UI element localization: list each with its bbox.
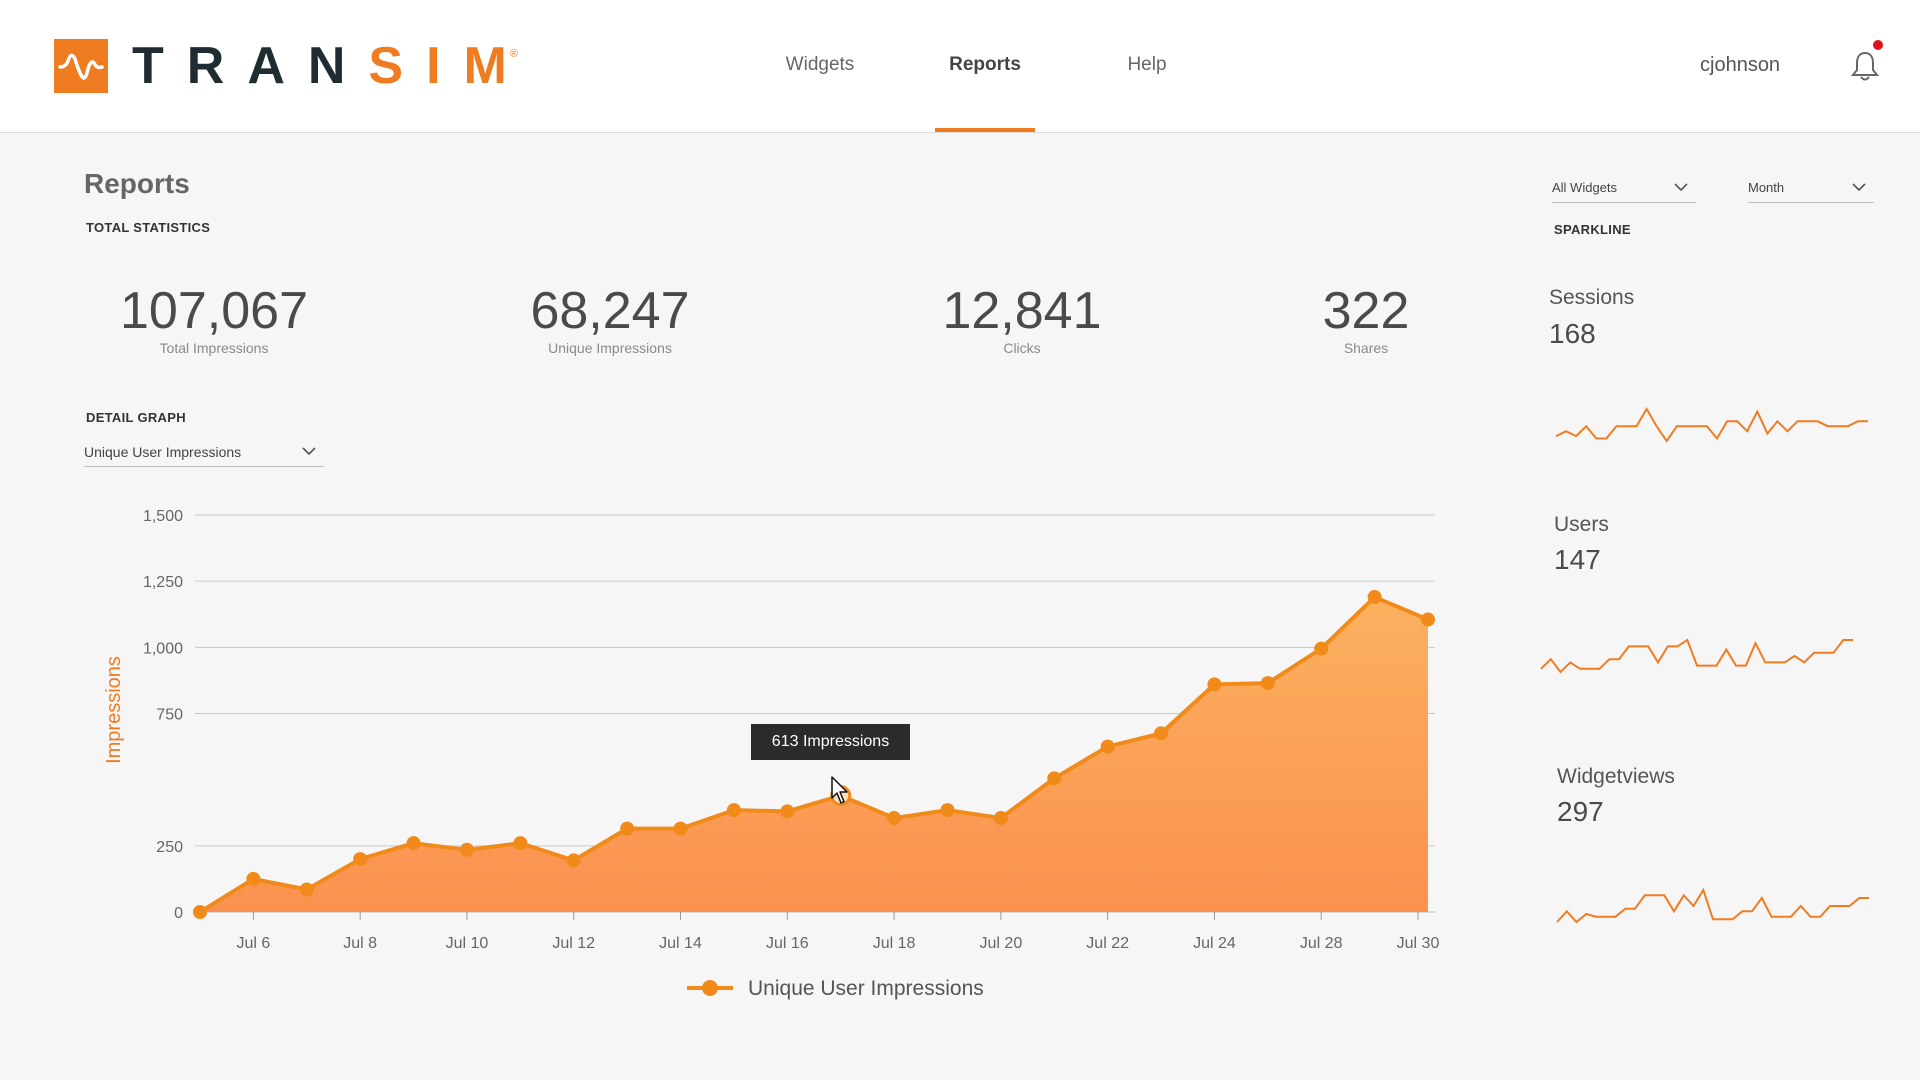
data-point[interactable] (459, 842, 474, 857)
logo-wordmark[interactable]: TRANSIM (132, 36, 530, 96)
mouse-pointer-icon (831, 776, 848, 804)
sparkline-value: 147 (1554, 544, 1601, 575)
sparkline-value: 168 (1549, 318, 1596, 349)
stat-label: Total Impressions (159, 340, 269, 356)
detail-graph-label: DETAIL GRAPH (86, 410, 186, 425)
legend-label: Unique User Impressions (748, 977, 984, 1000)
stat-value: 322 (1322, 282, 1410, 340)
y-tick-label: 0 (174, 905, 183, 922)
stat-shares: 322 Shares (1216, 280, 1516, 356)
data-point[interactable] (566, 853, 581, 868)
sparkline-value: 297 (1557, 796, 1604, 827)
data-point[interactable] (513, 836, 528, 851)
data-point[interactable] (353, 852, 368, 867)
x-tick-label: Jul 8 (343, 935, 377, 952)
stat-label: Shares (1343, 340, 1389, 356)
data-point[interactable] (1314, 641, 1329, 656)
data-point[interactable] (1367, 590, 1382, 605)
y-tick-label: 1,500 (143, 508, 183, 525)
notification-badge (1873, 40, 1883, 50)
chevron-down-icon (302, 447, 316, 456)
legend-swatch-marker (702, 980, 718, 996)
y-tick-label: 750 (156, 707, 183, 724)
data-point[interactable] (1100, 739, 1115, 754)
y-axis-label: Impressions (103, 656, 125, 764)
x-tick-label: Jul 14 (659, 935, 702, 952)
username[interactable]: cjohnson (1700, 50, 1780, 80)
chart-legend[interactable]: Unique User Impressions (687, 977, 984, 1000)
data-point[interactable] (1260, 676, 1275, 691)
active-tab-indicator (935, 128, 1035, 132)
stat-label: Unique Impressions (548, 340, 672, 356)
x-tick-label: Jul 12 (552, 935, 595, 952)
data-point[interactable] (993, 811, 1008, 826)
registered-mark: ® (510, 48, 519, 60)
stat-label: Clicks (1003, 340, 1041, 356)
x-tick-label: Jul 28 (1300, 935, 1343, 952)
sessions-sparkline (1555, 407, 1868, 443)
page-title: Reports (84, 168, 190, 199)
period-select[interactable]: Month (1748, 174, 1874, 203)
bell-icon[interactable] (1850, 50, 1880, 82)
users-sparkline (1540, 638, 1853, 674)
data-point[interactable] (1047, 771, 1062, 786)
widgetviews-sparkline (1556, 887, 1869, 924)
sparkline-path (1540, 638, 1853, 674)
data-point[interactable] (193, 905, 207, 919)
top-navigation-bar: TRANSIM ® Widgets Reports Help cjohnson (0, 0, 1920, 133)
x-tick-label: Jul 10 (446, 935, 489, 952)
sparkline-title: Sessions (1549, 286, 1635, 309)
sparkline-title: Widgetviews (1557, 765, 1675, 788)
metric-select[interactable]: Unique User Impressions (84, 438, 324, 467)
stat-total-impressions: 107,067 Total Impressions (64, 280, 364, 356)
data-point[interactable] (620, 821, 635, 836)
stat-value: 68,247 (530, 282, 690, 340)
data-point[interactable] (406, 836, 421, 851)
sparkline-path (1556, 887, 1869, 924)
widgets-select[interactable]: All Widgets (1552, 174, 1696, 203)
data-point[interactable] (673, 821, 688, 836)
chevron-down-icon (1852, 183, 1866, 192)
data-point[interactable] (1207, 677, 1222, 692)
sparkline-path (1555, 407, 1868, 443)
data-point[interactable] (780, 804, 795, 819)
data-tooltip: 613 Impressions (751, 724, 910, 760)
x-tick-label: Jul 18 (873, 935, 916, 952)
data-point[interactable] (726, 803, 741, 818)
chevron-down-icon (1674, 183, 1688, 192)
data-point[interactable] (887, 811, 902, 826)
y-tick-label: 1,000 (143, 640, 183, 657)
nav-widgets[interactable]: Widgets (760, 50, 880, 80)
data-point[interactable] (1421, 612, 1435, 627)
stat-value: 107,067 (120, 282, 308, 340)
x-tick-label: Jul 24 (1193, 935, 1236, 952)
nav-reports[interactable]: Reports (925, 50, 1045, 80)
metric-select-value: Unique User Impressions (84, 444, 242, 460)
widgets-select-value: All Widgets (1552, 180, 1618, 195)
data-point[interactable] (246, 871, 261, 886)
y-tick-label: 250 (156, 839, 183, 856)
total-statistics-label: TOTAL STATISTICS (86, 220, 211, 235)
x-tick-label: Jul 30 (1397, 935, 1440, 952)
data-point[interactable] (940, 803, 955, 818)
x-tick-label: Jul 16 (766, 935, 809, 952)
stat-unique-impressions: 68,247 Unique Impressions (460, 280, 760, 356)
x-tick-label: Jul 6 (236, 935, 270, 952)
nav-help[interactable]: Help (1087, 50, 1207, 80)
y-tick-label: 1,250 (143, 574, 183, 591)
x-tick-label: Jul 20 (980, 935, 1023, 952)
sparkline-label: SPARKLINE (1554, 222, 1631, 237)
logo-mark-icon (54, 39, 108, 93)
sparkline-title: Users (1554, 513, 1609, 536)
data-point[interactable] (1154, 726, 1169, 741)
stat-value: 12,841 (942, 282, 1102, 340)
stat-clicks: 12,841 Clicks (872, 280, 1172, 356)
period-select-value: Month (1748, 180, 1785, 195)
x-tick-label: Jul 22 (1086, 935, 1129, 952)
data-point[interactable] (299, 882, 314, 897)
